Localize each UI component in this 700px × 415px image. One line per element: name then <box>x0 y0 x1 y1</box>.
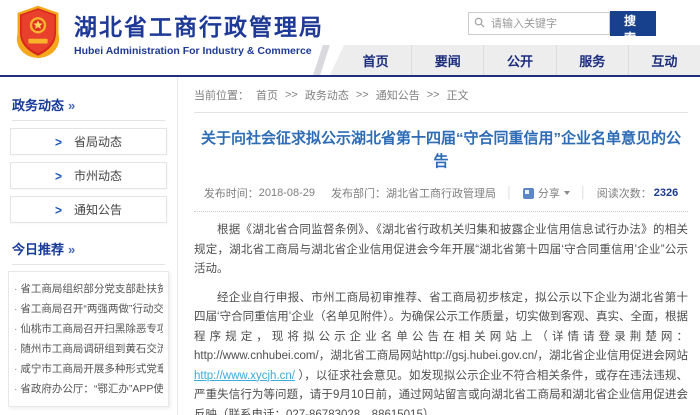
breadcrumb-label: 当前位置： <box>194 87 249 103</box>
list-item[interactable]: 随州市工商局调研组到黄石交流消费... <box>14 339 163 359</box>
meta-dotted-divider <box>194 211 688 212</box>
read-count-value: 2326 <box>654 187 678 199</box>
more-arrows-icon: » <box>68 242 75 257</box>
main-nav: 首页 要闻 公开 服务 互动 <box>330 45 700 75</box>
publish-time-label: 发布时间： <box>204 185 259 201</box>
site-brand: 湖北省工商行政管理局 Hubei Administration For Indu… <box>12 4 324 60</box>
publish-time-value: 2018-08-29 <box>259 187 315 199</box>
sidebar-today-title-text: 今日推荐 <box>12 242 64 257</box>
list-item[interactable]: 咸宁市工商局开展多种形式党章党纪... <box>14 359 163 379</box>
meta-divider: │ <box>580 187 587 199</box>
share-button[interactable]: 分享 <box>523 185 570 201</box>
body: 政务动态 » > 省局动态 > 市州动态 > 通知公告 今日推荐 » 省工商局组织部… <box>0 77 700 415</box>
publish-department: 发布部门： 湖北省工商行政管理局 <box>331 185 496 201</box>
breadcrumb-home[interactable]: 首页 <box>256 87 278 103</box>
breadcrumb: 当前位置： 首页 >> 政务动态 >> 通知公告 >> 正文 <box>194 87 688 113</box>
breadcrumb-separator: >> <box>285 89 298 101</box>
more-arrows-icon: » <box>68 98 75 113</box>
page: 湖北省工商行政管理局 Hubei Administration For Indu… <box>0 0 700 415</box>
search-input-wrap <box>468 12 610 35</box>
caret-down-icon <box>564 191 570 195</box>
article-title: 关于向社会征求拟公示湖北省第十四届“守合同重信用”企业名单意见的公告 <box>198 127 684 173</box>
list-item[interactable]: 省工商局召开“两强两做”行动交流... <box>14 299 163 319</box>
breadcrumb-news[interactable]: 政务动态 <box>305 87 349 103</box>
nav-item-interact[interactable]: 互动 <box>629 45 700 75</box>
site-subtitle: Hubei Administration For Industry & Comm… <box>74 45 324 57</box>
article-paragraph-1: 根据《湖北省合同监督条例》、《湖北省行政机关归集和披露企业信用信息试行办法》的相… <box>194 221 688 280</box>
sidebar-item-label: 省局动态 <box>74 133 122 150</box>
department-value: 湖北省工商行政管理局 <box>386 185 496 201</box>
list-item[interactable]: 仙桃市工商局召开扫黑除恶专项斗争... <box>14 319 163 339</box>
search-button[interactable]: 搜 索 <box>610 11 656 36</box>
search-bar: 搜 索 <box>468 11 656 36</box>
read-count: 阅读次数： 2326 <box>597 185 678 201</box>
site-title: 湖北省工商行政管理局 <box>74 8 324 42</box>
nav-item-service[interactable]: 服务 <box>557 45 629 75</box>
search-input[interactable] <box>468 12 610 35</box>
main-content: 当前位置： 首页 >> 政务动态 >> 通知公告 >> 正文 关于向社会征求拟公… <box>178 77 700 415</box>
sidebar-item-city-news[interactable]: > 市州动态 <box>10 162 167 189</box>
chevron-right-icon: > <box>55 134 62 149</box>
chevron-right-icon: > <box>55 202 62 217</box>
sidebar-item-notices[interactable]: > 通知公告 <box>10 196 167 223</box>
header-divider <box>0 75 700 77</box>
breadcrumb-current: 正文 <box>447 87 469 103</box>
sidebar: 政务动态 » > 省局动态 > 市州动态 > 通知公告 今日推荐 » 省工商局组织部… <box>0 77 178 415</box>
share-icon <box>523 188 534 199</box>
department-label: 发布部门： <box>331 185 386 201</box>
breadcrumb-notices[interactable]: 通知公告 <box>376 87 420 103</box>
read-count-label: 阅读次数： <box>597 185 652 201</box>
sidebar-item-province-news[interactable]: > 省局动态 <box>10 128 167 155</box>
breadcrumb-separator: >> <box>427 89 440 101</box>
xycjh-link[interactable]: http://www.xycjh.cn/ <box>194 370 295 382</box>
site-title-block: 湖北省工商行政管理局 Hubei Administration For Indu… <box>74 8 324 57</box>
nav-item-home[interactable]: 首页 <box>330 45 412 75</box>
sidebar-item-label: 通知公告 <box>74 201 122 218</box>
nav-item-news[interactable]: 要闻 <box>412 45 484 75</box>
sidebar-section-today-title: 今日推荐 » <box>12 239 165 265</box>
saic-emblem-logo <box>12 4 64 60</box>
article-paragraph-2: 经企业自行申报、市州工商局初审推荐、省工商局初步核定，拟公示以下企业为湖北省第十… <box>194 289 688 415</box>
search-icon <box>474 17 485 28</box>
sidebar-section-news-title: 政务动态 » <box>12 95 165 121</box>
chevron-right-icon: > <box>55 168 62 183</box>
sidebar-news-title-text: 政务动态 <box>12 98 64 113</box>
paragraph-2-text: 经企业自行申报、市州工商局初审推荐、省工商局初步核定，拟公示以下企业为湖北省第十… <box>194 292 688 363</box>
article-meta: 发布时间： 2018-08-29 发布部门： 湖北省工商行政管理局 │ 分享 │… <box>194 185 688 201</box>
share-label: 分享 <box>538 185 560 201</box>
sidebar-item-label: 市州动态 <box>74 167 122 184</box>
publish-time: 发布时间： 2018-08-29 <box>204 185 315 201</box>
nav-item-public[interactable]: 公开 <box>484 45 556 75</box>
today-recommend-list: 省工商局组织部分党支部赴扶贫驻点... 省工商局召开“两强两做”行动交流... … <box>8 271 169 407</box>
breadcrumb-separator: >> <box>356 89 369 101</box>
list-item[interactable]: 省工商局组织部分党支部赴扶贫驻点... <box>14 279 163 299</box>
meta-divider: │ <box>506 187 513 199</box>
list-item[interactable]: 省政府办公厅：“鄂汇办”APP使用... <box>14 379 163 399</box>
site-header: 湖北省工商行政管理局 Hubei Administration For Indu… <box>0 0 700 77</box>
